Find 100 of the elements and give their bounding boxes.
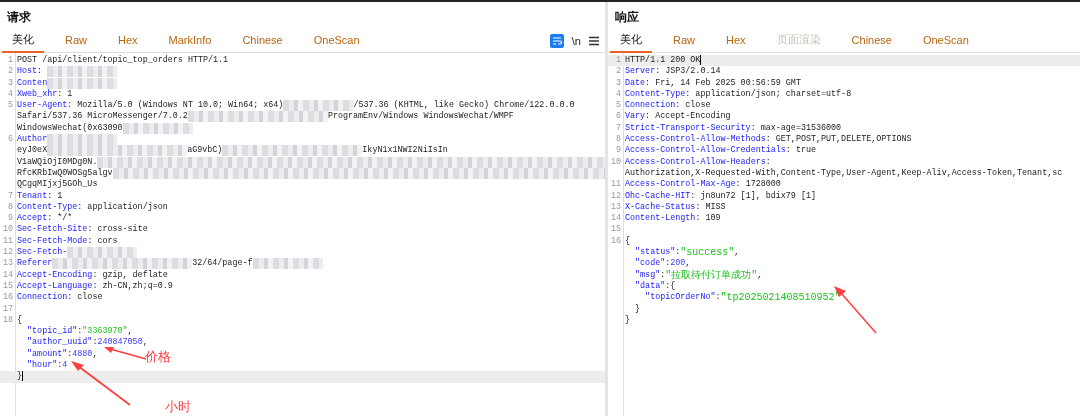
code-text: , — [757, 269, 763, 281]
header-key: Author — [17, 134, 48, 146]
tab[interactable]: Hex — [716, 30, 756, 52]
code-text: :{ — [665, 280, 676, 292]
line-number: 11 — [1, 235, 14, 248]
header-key: Ohc-Cache-HIT — [625, 190, 691, 202]
line-number: 4 — [614, 88, 622, 101]
tab[interactable]: Hex — [108, 30, 148, 52]
code-text: : close — [67, 292, 103, 304]
tab[interactable]: Raw — [663, 30, 705, 52]
code-text: , — [734, 247, 740, 259]
number-value: 240847050 — [97, 337, 143, 349]
line-number: 15 — [609, 224, 622, 236]
string-value: "3363970" — [82, 326, 128, 337]
tab[interactable]: Raw — [55, 30, 97, 52]
number-value: 4 — [62, 360, 68, 372]
code-text: : jn8un72 [1], bdix79 [1] — [690, 190, 816, 202]
line-number: 6 — [614, 111, 622, 123]
line-number: 7 — [614, 122, 622, 135]
line-number: 12 — [609, 190, 622, 202]
code-text: : max-age=31536000 — [750, 122, 842, 134]
blur-patch — [47, 66, 118, 78]
annotation-label: 小时 — [165, 398, 191, 416]
code-text: : 1728000 — [735, 179, 781, 191]
header-key: Content-Length — [625, 213, 696, 225]
string-value: "拉取待付订单成功" — [665, 269, 758, 281]
line-number: 13 — [1, 258, 14, 270]
line-number: 6 — [6, 134, 14, 146]
code-text: WindowsWechat(0x63090 — [17, 122, 123, 134]
newline-toggle[interactable]: \n — [571, 35, 581, 47]
code-text: : true — [785, 145, 816, 157]
line-number: 2 — [614, 66, 622, 78]
tab[interactable]: OneScan — [303, 30, 370, 52]
header-key: "amount" — [17, 348, 68, 360]
tab[interactable]: MarkInfo — [158, 30, 222, 52]
tab[interactable]: OneScan — [912, 30, 979, 52]
blur-patch — [252, 258, 323, 270]
line-number: 14 — [1, 269, 14, 281]
code-text: } — [634, 303, 641, 315]
line-number: 16 — [609, 235, 622, 248]
header-key: Content-Type — [625, 88, 686, 101]
code-text: : Mozilla/5.0 (Windows NT 10.0; Win64; x64) — [67, 100, 284, 111]
header-key: Access-Control-Allow-Credentials — [625, 145, 786, 157]
menu-icon[interactable] — [589, 36, 599, 46]
text-cursor — [700, 55, 702, 65]
code-text: : — [715, 292, 721, 304]
header-key: Connection — [625, 100, 676, 112]
line-number: 18 — [1, 314, 14, 327]
line-number: 8 — [614, 134, 622, 146]
code-text: ProgramEnv/Windows WindowsWechat/WMPF — [327, 111, 514, 123]
blur-patch — [47, 77, 118, 89]
tab[interactable]: Chinese — [232, 30, 293, 52]
code-text: RfcKRbIwQ0WOSg5algv — [17, 167, 113, 179]
code-text: : — [675, 247, 681, 259]
header-key: "topic_id" — [17, 326, 78, 338]
line-number: 7 — [6, 190, 14, 202]
code-text: , — [127, 326, 133, 338]
code-text: /537.36 (KHTML, like Gecko) Chrome/122.0.0.0 — [353, 100, 575, 111]
code-text: : — [67, 348, 73, 360]
code-text: Authorization,X-Requested-With,Content-Type,User-Agent,Keep-Aliv,Access-Token,Tenant,sc — [625, 167, 1063, 179]
code-text: : JSP3/2.0.14 — [655, 66, 721, 78]
code-text: , — [92, 348, 98, 360]
code-text: } — [625, 314, 631, 327]
line-number: 12 — [1, 247, 14, 259]
code-text: eyJ0eX — [17, 145, 48, 157]
header-key: Sec-Fetch-Site — [17, 224, 88, 236]
tab[interactable]: Chinese — [841, 30, 902, 52]
header-key: "hour" — [17, 360, 58, 372]
header-key: Sec-Fetch- — [17, 247, 68, 259]
header-key: Access-Control-Allow-Headers — [625, 156, 766, 168]
annotation-label: 价格 — [145, 348, 171, 366]
line-number: 8 — [6, 201, 14, 214]
header-key: Xweb_xhr — [17, 88, 58, 101]
line-number: 17 — [1, 303, 14, 315]
code-text: { — [625, 235, 631, 248]
line-number: 4 — [6, 88, 14, 101]
line-number: 9 — [6, 213, 14, 225]
pane-title: 响应 — [614, 9, 639, 26]
code-text: : */* — [47, 213, 73, 224]
pane-title: 请求 — [6, 9, 31, 26]
code-text: Safari/537.36 MicroMessenger/7.0.2 — [17, 111, 188, 123]
line-number: 14 — [609, 213, 622, 225]
code-text: : gzip, deflate — [92, 269, 168, 281]
code-text: : 1 — [47, 190, 63, 202]
header-key: "msg" — [625, 269, 661, 281]
wrap-icon[interactable] — [549, 34, 564, 48]
code-text: : Fri, 14 Feb 2025 00:56:59 GMT — [645, 77, 801, 89]
code-text: : — [77, 326, 83, 337]
header-key: X-Cache-Status — [625, 201, 696, 214]
code-text: { — [17, 314, 23, 327]
code-text: } — [17, 371, 23, 383]
code-text: : zh-CN,zh;q=0.9 — [92, 280, 173, 292]
line-number: 10 — [1, 224, 14, 236]
code-text: : cross-site — [87, 224, 148, 236]
code-text: : — [765, 156, 771, 168]
code-text: POST /api/client/topic_top_orders HTTP/1.1 — [17, 55, 229, 67]
code-text: : — [37, 66, 44, 78]
header-key: Connection — [17, 292, 68, 304]
code-text: : close — [675, 100, 711, 111]
line-number: 11 — [609, 179, 622, 191]
